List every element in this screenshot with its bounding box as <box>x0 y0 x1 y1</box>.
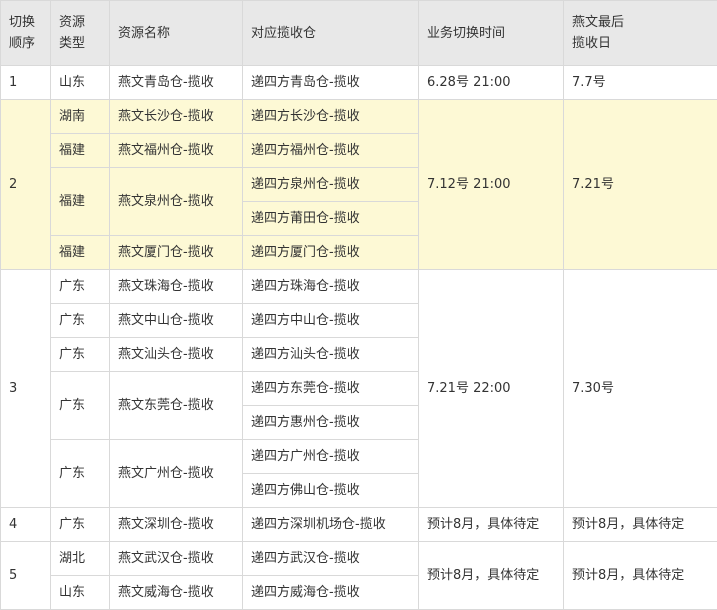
header-last-day: 燕文最后 揽收日 <box>564 1 717 66</box>
cell-type: 湖北 <box>51 542 110 576</box>
cell-name: 燕文长沙仓-揽收 <box>110 100 243 134</box>
cell-switch-time: 7.12号 21:00 <box>419 100 564 270</box>
cell-warehouse: 递四方泉州仓-揽收 <box>243 168 419 202</box>
table-row: 5 湖北 燕文武汉仓-揽收 递四方武汉仓-揽收 预计8月，具体待定 预计8月，具… <box>1 542 717 576</box>
cell-warehouse: 递四方威海仓-揽收 <box>243 576 419 610</box>
cell-type: 福建 <box>51 236 110 270</box>
warehouse-switch-table: 切换 顺序 资源 类型 资源名称 对应揽收仓 业务切换时间 燕文最后 揽收日 1… <box>0 0 717 610</box>
cell-warehouse: 递四方莆田仓-揽收 <box>243 202 419 236</box>
cell-name: 燕文广州仓-揽收 <box>110 440 243 508</box>
cell-name: 燕文深圳仓-揽收 <box>110 508 243 542</box>
cell-order: 3 <box>1 270 51 508</box>
header-name: 资源名称 <box>110 1 243 66</box>
cell-warehouse: 递四方珠海仓-揽收 <box>243 270 419 304</box>
cell-last-day: 预计8月，具体待定 <box>564 542 717 610</box>
cell-name: 燕文威海仓-揽收 <box>110 576 243 610</box>
cell-warehouse: 递四方深圳机场仓-揽收 <box>243 508 419 542</box>
cell-warehouse: 递四方广州仓-揽收 <box>243 440 419 474</box>
cell-order: 4 <box>1 508 51 542</box>
cell-warehouse: 递四方福州仓-揽收 <box>243 134 419 168</box>
cell-type: 广东 <box>51 270 110 304</box>
cell-type: 广东 <box>51 338 110 372</box>
cell-name: 燕文珠海仓-揽收 <box>110 270 243 304</box>
cell-name: 燕文福州仓-揽收 <box>110 134 243 168</box>
header-order-text: 切换 顺序 <box>9 15 35 51</box>
cell-name: 燕文中山仓-揽收 <box>110 304 243 338</box>
cell-last-day: 7.7号 <box>564 66 717 100</box>
cell-type: 广东 <box>51 304 110 338</box>
cell-name: 燕文东莞仓-揽收 <box>110 372 243 440</box>
table-row: 1 山东 燕文青岛仓-揽收 递四方青岛仓-揽收 6.28号 21:00 7.7号 <box>1 66 717 100</box>
cell-warehouse: 递四方汕头仓-揽收 <box>243 338 419 372</box>
header-type: 资源 类型 <box>51 1 110 66</box>
cell-order: 1 <box>1 66 51 100</box>
table-row: 4 广东 燕文深圳仓-揽收 递四方深圳机场仓-揽收 预计8月，具体待定 预计8月… <box>1 508 717 542</box>
cell-warehouse: 递四方武汉仓-揽收 <box>243 542 419 576</box>
cell-type: 湖南 <box>51 100 110 134</box>
cell-warehouse: 递四方佛山仓-揽收 <box>243 474 419 508</box>
cell-name: 燕文青岛仓-揽收 <box>110 66 243 100</box>
cell-switch-time: 7.21号 22:00 <box>419 270 564 508</box>
header-last-day-text: 燕文最后 揽收日 <box>572 15 624 51</box>
cell-type: 福建 <box>51 168 110 236</box>
cell-warehouse: 递四方青岛仓-揽收 <box>243 66 419 100</box>
header-order: 切换 顺序 <box>1 1 51 66</box>
cell-warehouse: 递四方中山仓-揽收 <box>243 304 419 338</box>
cell-warehouse: 递四方长沙仓-揽收 <box>243 100 419 134</box>
cell-last-day: 预计8月，具体待定 <box>564 508 717 542</box>
cell-last-day: 7.30号 <box>564 270 717 508</box>
cell-last-day: 7.21号 <box>564 100 717 270</box>
header-warehouse: 对应揽收仓 <box>243 1 419 66</box>
cell-warehouse: 递四方厦门仓-揽收 <box>243 236 419 270</box>
cell-name: 燕文武汉仓-揽收 <box>110 542 243 576</box>
cell-type: 山东 <box>51 66 110 100</box>
table-row: 2 湖南 燕文长沙仓-揽收 递四方长沙仓-揽收 7.12号 21:00 7.21… <box>1 100 717 134</box>
cell-switch-time: 预计8月，具体待定 <box>419 542 564 610</box>
cell-switch-time: 6.28号 21:00 <box>419 66 564 100</box>
cell-name: 燕文厦门仓-揽收 <box>110 236 243 270</box>
cell-name: 燕文汕头仓-揽收 <box>110 338 243 372</box>
table-row: 3 广东 燕文珠海仓-揽收 递四方珠海仓-揽收 7.21号 22:00 7.30… <box>1 270 717 304</box>
cell-switch-time: 预计8月，具体待定 <box>419 508 564 542</box>
cell-type: 广东 <box>51 372 110 440</box>
cell-name: 燕文泉州仓-揽收 <box>110 168 243 236</box>
cell-order: 5 <box>1 542 51 610</box>
cell-type: 广东 <box>51 440 110 508</box>
cell-warehouse: 递四方惠州仓-揽收 <box>243 406 419 440</box>
cell-type: 福建 <box>51 134 110 168</box>
header-row: 切换 顺序 资源 类型 资源名称 对应揽收仓 业务切换时间 燕文最后 揽收日 <box>1 1 717 66</box>
cell-order: 2 <box>1 100 51 270</box>
cell-warehouse: 递四方东莞仓-揽收 <box>243 372 419 406</box>
header-switch-time: 业务切换时间 <box>419 1 564 66</box>
header-type-text: 资源 类型 <box>59 15 85 51</box>
cell-type: 广东 <box>51 508 110 542</box>
cell-type: 山东 <box>51 576 110 610</box>
